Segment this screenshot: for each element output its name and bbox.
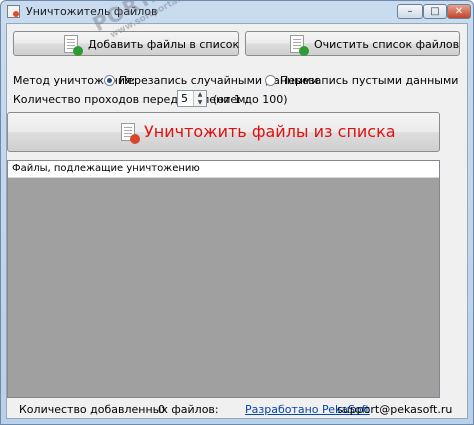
radio-random-data[interactable] <box>104 75 115 86</box>
document-add-icon <box>64 35 83 56</box>
method-label: Метод уничтожения: <box>13 74 136 87</box>
passes-range: (от 1 до 100) <box>213 93 288 106</box>
file-count-label: Количество добавленных файлов: <box>19 403 219 416</box>
support-email: support@pekasoft.ru <box>337 403 453 416</box>
minimize-button[interactable]: – <box>397 4 423 19</box>
spinner-down-icon[interactable]: ▼ <box>194 99 206 107</box>
add-badge-icon <box>73 46 83 56</box>
radio-empty-data-label[interactable]: Перезапись пустыми данными <box>280 74 458 87</box>
radio-empty-data[interactable] <box>265 75 276 86</box>
document-clear-icon <box>290 35 309 56</box>
clear-list-label: Очистить список файлов <box>314 38 460 51</box>
client-area: Добавить файлы в список Очистить список … <box>6 23 468 419</box>
file-list-header[interactable]: Файлы, подлежащие уничтожению <box>8 161 439 178</box>
file-list[interactable]: Файлы, подлежащие уничтожению <box>7 160 440 398</box>
app-icon <box>7 5 20 18</box>
spinner-up-icon[interactable]: ▲ <box>194 91 206 99</box>
destroy-files-label: Уничтожить файлы из списка <box>144 122 396 141</box>
passes-value[interactable]: 5 <box>181 92 188 105</box>
close-button[interactable]: ✕ <box>447 4 471 19</box>
destroy-badge-icon <box>130 134 140 144</box>
document-destroy-icon <box>121 123 140 144</box>
add-files-button[interactable]: Добавить файлы в список <box>13 31 239 56</box>
clear-badge-icon <box>299 46 309 56</box>
app-window: Уничтожитель файлов – □ ✕ Добавить файлы… <box>0 0 474 425</box>
file-count-value: 0 <box>158 403 165 416</box>
clear-list-button[interactable]: Очистить список файлов <box>245 31 460 56</box>
column-header-files[interactable]: Файлы, подлежащие уничтожению <box>12 163 200 174</box>
window-title: Уничтожитель файлов <box>26 5 158 18</box>
add-files-label: Добавить файлы в список <box>88 38 240 51</box>
spinner-arrows[interactable]: ▲ ▼ <box>193 91 206 106</box>
passes-spinner[interactable]: 5 ▲ ▼ <box>177 90 207 107</box>
title-bar[interactable]: Уничтожитель файлов – □ ✕ <box>1 1 473 23</box>
maximize-button[interactable]: □ <box>423 4 447 19</box>
destroy-files-button[interactable]: Уничтожить файлы из списка <box>7 112 440 152</box>
